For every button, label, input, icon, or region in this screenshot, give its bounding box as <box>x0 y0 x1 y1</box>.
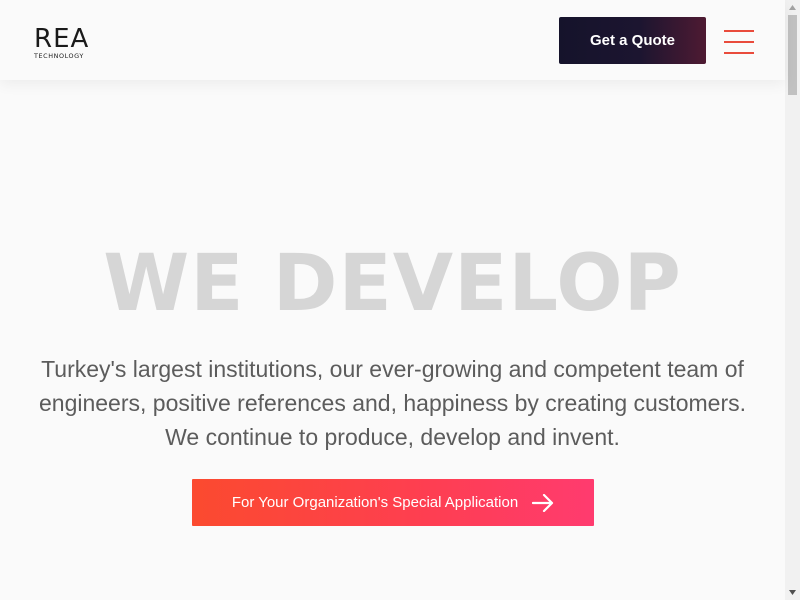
logo[interactable]: REA TECHNOLOGY <box>34 24 98 60</box>
logo-mark: REA <box>34 24 90 54</box>
cta-label: For Your Organization's Special Applicat… <box>231 494 519 511</box>
scroll-down-icon[interactable] <box>785 585 800 600</box>
site-header: REA TECHNOLOGY Get a Quote <box>0 0 785 80</box>
page: REA TECHNOLOGY Get a Quote WE DEVELOP Tu… <box>0 0 800 600</box>
logo-subtitle: TECHNOLOGY <box>34 52 84 60</box>
menu-bar <box>724 41 754 43</box>
special-application-button[interactable]: For Your Organization's Special Applicat… <box>192 479 594 526</box>
menu-bar <box>724 52 754 54</box>
hamburger-menu-icon[interactable] <box>724 30 754 54</box>
scrollbar-thumb[interactable] <box>788 15 797 95</box>
hero-title: WE DEVELOP <box>103 239 682 329</box>
hero-description: Turkey's largest institutions, our ever-… <box>38 356 746 450</box>
vertical-scrollbar[interactable] <box>785 0 800 600</box>
scroll-up-icon[interactable] <box>785 0 800 15</box>
get-a-quote-button[interactable]: Get a Quote <box>559 17 706 64</box>
arrow-right-icon <box>532 493 554 512</box>
menu-bar <box>724 30 754 32</box>
